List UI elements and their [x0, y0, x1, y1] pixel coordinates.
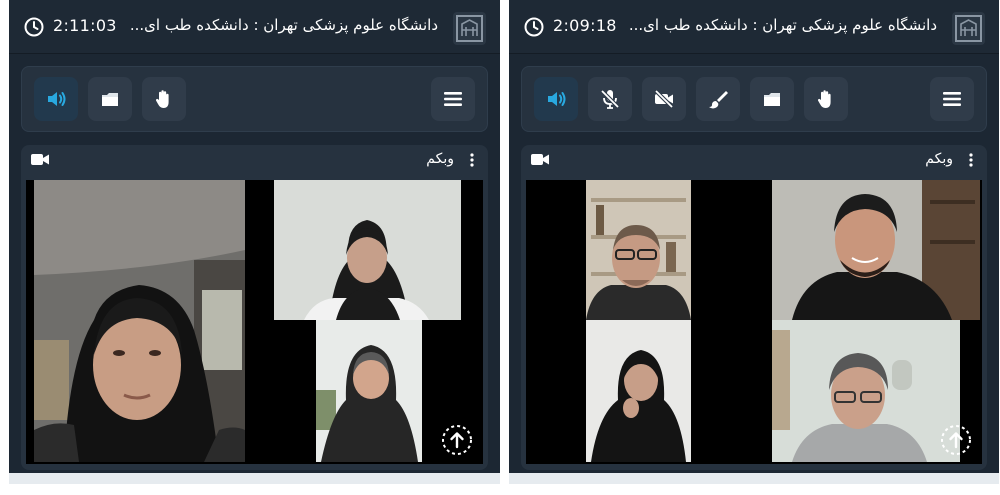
camera-off-icon — [654, 89, 674, 109]
speaker-icon — [48, 92, 66, 106]
participant-video — [274, 180, 461, 320]
menu-button[interactable] — [431, 77, 475, 121]
university-logo — [952, 12, 985, 45]
participant-video — [772, 320, 960, 462]
screen-right: 2:09:18 دانشگاه علوم پزشکی تهران : دانشک… — [509, 0, 999, 484]
more-options-icon[interactable] — [470, 153, 474, 167]
speaker-button[interactable] — [34, 77, 78, 121]
speaker-icon — [548, 92, 566, 106]
files-button[interactable] — [750, 77, 794, 121]
hamburger-menu-icon — [943, 92, 961, 106]
folder-icon — [102, 93, 118, 106]
webcam-panel: وبکم — [521, 145, 987, 470]
upload-arrow-icon — [442, 425, 472, 455]
video-tile — [772, 320, 960, 462]
folder-icon — [764, 93, 780, 106]
clock-icon — [524, 17, 544, 37]
video-tile — [274, 180, 461, 320]
mic-muted-icon — [600, 89, 620, 109]
more-options-icon[interactable] — [969, 153, 973, 167]
microphone-button[interactable] — [588, 77, 632, 121]
upload-arrow-icon — [941, 425, 971, 455]
participant-video — [586, 320, 691, 462]
video-grid — [526, 180, 982, 464]
raise-hand-button[interactable] — [142, 77, 186, 121]
participant-video — [316, 320, 422, 462]
raise-hand-icon — [817, 90, 831, 108]
bottom-strip — [9, 473, 500, 484]
menu-button[interactable] — [930, 77, 974, 121]
participant-video — [34, 180, 245, 462]
top-bar: 2:09:18 دانشگاه علوم پزشکی تهران : دانشک… — [509, 0, 999, 54]
clock-icon — [24, 17, 44, 37]
room-title: دانشگاه علوم پزشکی تهران : دانشکده طب ای… — [129, 16, 438, 34]
screen-left: 2:11:03 دانشگاه علوم پزشکی تهران : دانشک… — [9, 0, 500, 484]
room-title: دانشگاه علوم پزشکی تهران : دانشکده طب ای… — [628, 16, 937, 34]
webcam-panel: وبکم — [21, 145, 488, 470]
video-tile — [586, 320, 691, 462]
webcam-panel-title: وبکم — [426, 151, 454, 167]
toolbar — [521, 66, 987, 132]
bottom-strip — [509, 473, 999, 484]
camera-button[interactable] — [642, 77, 686, 121]
participant-video — [772, 180, 980, 320]
upload-button[interactable] — [940, 424, 972, 456]
top-bar: 2:11:03 دانشگاه علوم پزشکی تهران : دانشک… — [9, 0, 500, 54]
hamburger-menu-icon — [444, 92, 462, 106]
video-tile — [34, 180, 245, 462]
upload-button[interactable] — [441, 424, 473, 456]
raise-hand-button[interactable] — [804, 77, 848, 121]
video-grid — [26, 180, 483, 464]
video-tile — [316, 320, 422, 462]
files-button[interactable] — [88, 77, 132, 121]
speaker-button[interactable] — [534, 77, 578, 121]
video-tile — [772, 180, 980, 320]
session-timer: 2:09:18 — [553, 16, 617, 35]
brush-icon — [709, 91, 728, 109]
university-logo — [453, 12, 486, 45]
webcam-panel-header: وبکم — [21, 145, 488, 175]
video-camera-icon — [531, 154, 549, 165]
toolbar — [21, 66, 488, 132]
video-camera-icon — [31, 154, 49, 165]
participant-video — [586, 180, 691, 320]
video-tile — [586, 180, 691, 320]
raise-hand-icon — [155, 90, 169, 108]
whiteboard-button[interactable] — [696, 77, 740, 121]
webcam-panel-header: وبکم — [521, 145, 987, 175]
webcam-panel-title: وبکم — [925, 151, 953, 167]
session-timer: 2:11:03 — [53, 16, 117, 35]
